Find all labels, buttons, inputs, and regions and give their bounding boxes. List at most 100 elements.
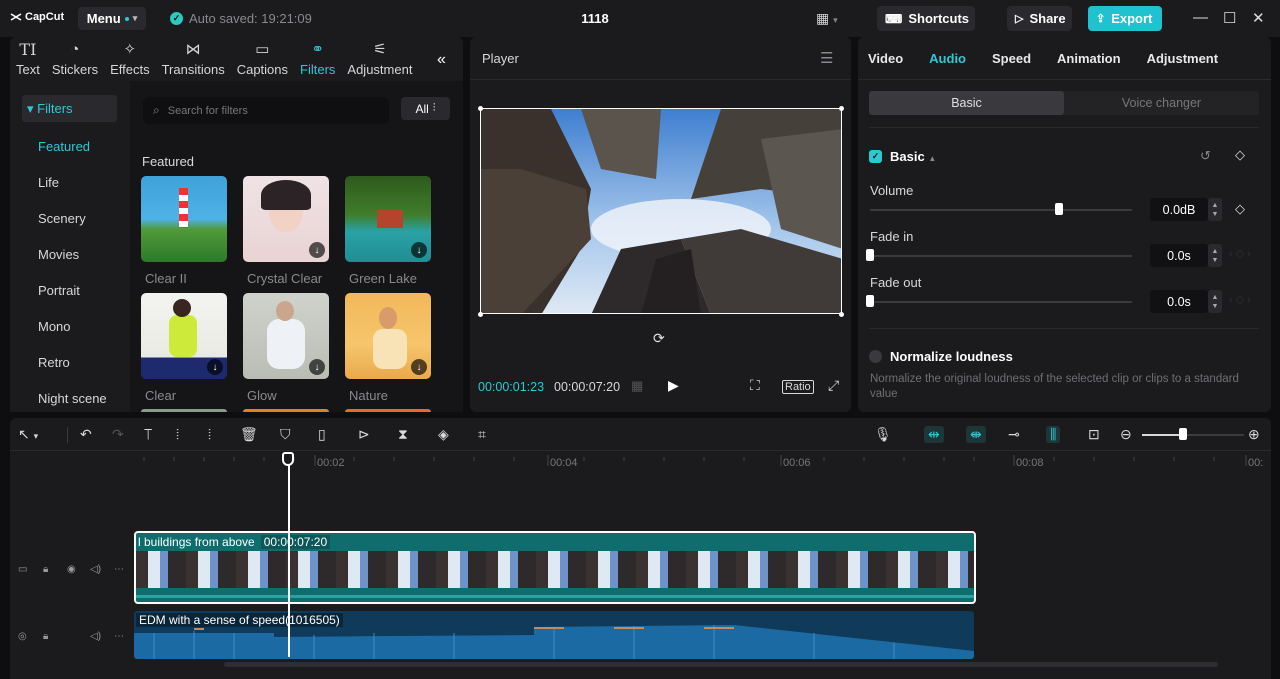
tab-video[interactable]: Video xyxy=(868,51,903,66)
basic-section-title[interactable]: Basic ▲ xyxy=(890,149,936,164)
fade-out-value[interactable]: 0.0s xyxy=(1150,290,1208,313)
download-icon[interactable]: ↓ xyxy=(411,242,427,258)
select-tool-icon[interactable]: ↖ ▾ xyxy=(18,426,38,443)
ratio-button[interactable]: Ratio xyxy=(782,380,814,394)
filters-section-toggle[interactable]: ▾ Filters xyxy=(22,95,117,122)
timeline-grid-icon[interactable]: ▦ xyxy=(631,378,643,394)
player-menu-icon[interactable]: ☰ xyxy=(820,49,833,67)
volume-value[interactable]: 0.0dB xyxy=(1150,198,1208,221)
shortcuts-button[interactable]: ⌨ Shortcuts xyxy=(877,6,975,31)
layout-icon[interactable]: ▦ ▾ xyxy=(816,10,838,27)
more-icon[interactable]: ⋯ xyxy=(114,631,124,642)
volume-slider[interactable] xyxy=(870,209,1132,211)
crop-handle[interactable] xyxy=(839,312,844,317)
category-mono[interactable]: Mono xyxy=(38,319,71,334)
fade-in-value[interactable]: 0.0s xyxy=(1150,244,1208,267)
category-night-scene[interactable]: Night scene xyxy=(38,391,107,406)
filter-sort-button[interactable]: All ⫶ xyxy=(401,97,450,120)
zoom-slider[interactable] xyxy=(1142,434,1244,436)
audio-clip[interactable]: EDM with a sense of speed(1016505) xyxy=(134,611,974,659)
preview-axis-icon[interactable]: ⫼ xyxy=(1046,426,1061,443)
download-icon[interactable]: ↓ xyxy=(309,359,325,375)
link-main-track-icon[interactable]: ⇹ xyxy=(924,426,944,443)
category-life[interactable]: Life xyxy=(38,175,59,190)
tab-audio[interactable]: Audio xyxy=(929,51,966,66)
speaker-icon[interactable]: ◁) xyxy=(90,564,101,575)
freeze-icon[interactable]: ▯ xyxy=(318,426,326,443)
undo-icon[interactable]: ↶ xyxy=(80,426,92,443)
volume-slider-knob[interactable] xyxy=(1054,203,1063,215)
download-icon[interactable]: ↓ xyxy=(309,242,325,258)
marker-icon[interactable]: ⛉ xyxy=(280,426,291,443)
close-icon[interactable]: ✕ xyxy=(1252,9,1265,27)
filter-thumb-crystal-clear[interactable]: ↓ xyxy=(243,176,329,262)
tab-transitions[interactable]: ⋈ Transitions xyxy=(156,37,231,77)
tab-speed[interactable]: Speed xyxy=(992,51,1031,66)
fullscreen-icon[interactable]: ⤢ xyxy=(828,377,839,394)
keyframe-icon[interactable]: ◇ xyxy=(1235,147,1245,163)
category-scenery[interactable]: Scenery xyxy=(38,211,86,226)
tab-captions[interactable]: ▭ Captions xyxy=(231,37,294,77)
maximize-icon[interactable]: ☐ xyxy=(1223,9,1236,27)
fade-out-slider[interactable] xyxy=(870,301,1132,303)
caption-preview-icon[interactable]: ⊡ xyxy=(1088,426,1100,443)
lock-icon[interactable]: 🔒︎ xyxy=(43,564,48,575)
fade-out-slider-knob[interactable] xyxy=(866,295,874,307)
eye-icon[interactable]: ◉ xyxy=(67,564,76,575)
auto-snap-icon[interactable]: ⇼ xyxy=(966,426,986,443)
fade-in-stepper[interactable]: ▲ ▼ xyxy=(1208,244,1222,267)
search-input[interactable]: ⌕ Search for filters xyxy=(143,97,389,124)
mirror-icon[interactable]: ⧗ xyxy=(398,426,408,443)
reset-icon[interactable]: ↺ xyxy=(1200,148,1211,164)
menu-button[interactable]: Menu ▾ xyxy=(78,7,146,30)
lock-icon[interactable]: 🔒︎ xyxy=(43,631,48,642)
minimize-icon[interactable]: — xyxy=(1193,9,1208,26)
play-icon[interactable]: ▶ xyxy=(668,377,679,394)
filter-thumb-nature[interactable]: ↓ xyxy=(345,293,431,379)
category-featured[interactable]: Featured xyxy=(38,139,90,154)
normalize-checkbox[interactable] xyxy=(869,350,882,363)
filter-thumb-clear[interactable]: ↓ xyxy=(141,293,227,379)
video-track-cover-icon[interactable]: ▭ xyxy=(18,564,27,575)
download-icon[interactable]: ↓ xyxy=(207,359,223,375)
keyframe-icon[interactable]: ◇ xyxy=(1235,201,1245,217)
category-portrait[interactable]: Portrait xyxy=(38,283,80,298)
reverse-icon[interactable]: ⊳ xyxy=(358,426,370,443)
rotate-icon[interactable]: ⟳ xyxy=(653,330,665,347)
tab-adjustment[interactable]: Adjustment xyxy=(1147,51,1219,66)
crop-handle[interactable] xyxy=(839,106,844,111)
time-ruler[interactable]: 00:02 00:04 00:06 00:08 00: xyxy=(134,452,1271,472)
category-movies[interactable]: Movies xyxy=(38,247,79,262)
segment-voice-changer[interactable]: Voice changer xyxy=(1064,91,1259,115)
share-button[interactable]: ▷ Share xyxy=(1007,6,1072,31)
playhead[interactable] xyxy=(288,452,290,657)
delete-icon[interactable]: 🗑 xyxy=(240,426,258,443)
speaker-icon[interactable]: ◁) xyxy=(90,631,101,642)
fade-in-slider[interactable] xyxy=(870,255,1132,257)
tab-animation[interactable]: Animation xyxy=(1057,51,1121,66)
fade-out-stepper[interactable]: ▲ ▼ xyxy=(1208,290,1222,313)
redo-icon[interactable]: ↷ xyxy=(112,426,124,443)
link-icon[interactable]: ⊸ xyxy=(1008,426,1020,443)
more-icon[interactable]: ⋯ xyxy=(114,564,124,575)
playhead-handle[interactable] xyxy=(282,452,294,466)
basic-checkbox[interactable]: ✓ xyxy=(869,150,882,163)
tab-adjustment[interactable]: ⚟ Adjustment xyxy=(341,37,418,77)
zoom-slider-knob[interactable] xyxy=(1178,428,1187,440)
horizontal-scrollbar[interactable] xyxy=(224,662,1218,667)
tab-stickers[interactable]: ◔ Stickers xyxy=(46,37,104,77)
filter-thumb-green-lake[interactable]: ↓ xyxy=(345,176,431,262)
zoom-out-icon[interactable]: ⊖ xyxy=(1120,426,1132,443)
rotate-clip-icon[interactable]: ◈ xyxy=(438,426,449,443)
filter-thumb-clear-ii[interactable] xyxy=(141,176,227,262)
microphone-icon[interactable]: 🎙 xyxy=(874,426,892,443)
tab-filters[interactable]: ⚭ Filters xyxy=(294,37,341,77)
category-retro[interactable]: Retro xyxy=(38,355,70,370)
segment-basic[interactable]: Basic xyxy=(869,91,1064,115)
video-clip[interactable]: l buildings from above 00:00:07:20 xyxy=(134,531,976,604)
split-right-icon[interactable]: ⦙ xyxy=(208,426,211,443)
collapse-panel-icon[interactable]: « xyxy=(437,51,446,69)
export-button[interactable]: ⇪ Export xyxy=(1088,6,1162,31)
video-preview[interactable] xyxy=(480,108,842,314)
tab-effects[interactable]: ✧ Effects xyxy=(104,37,156,77)
